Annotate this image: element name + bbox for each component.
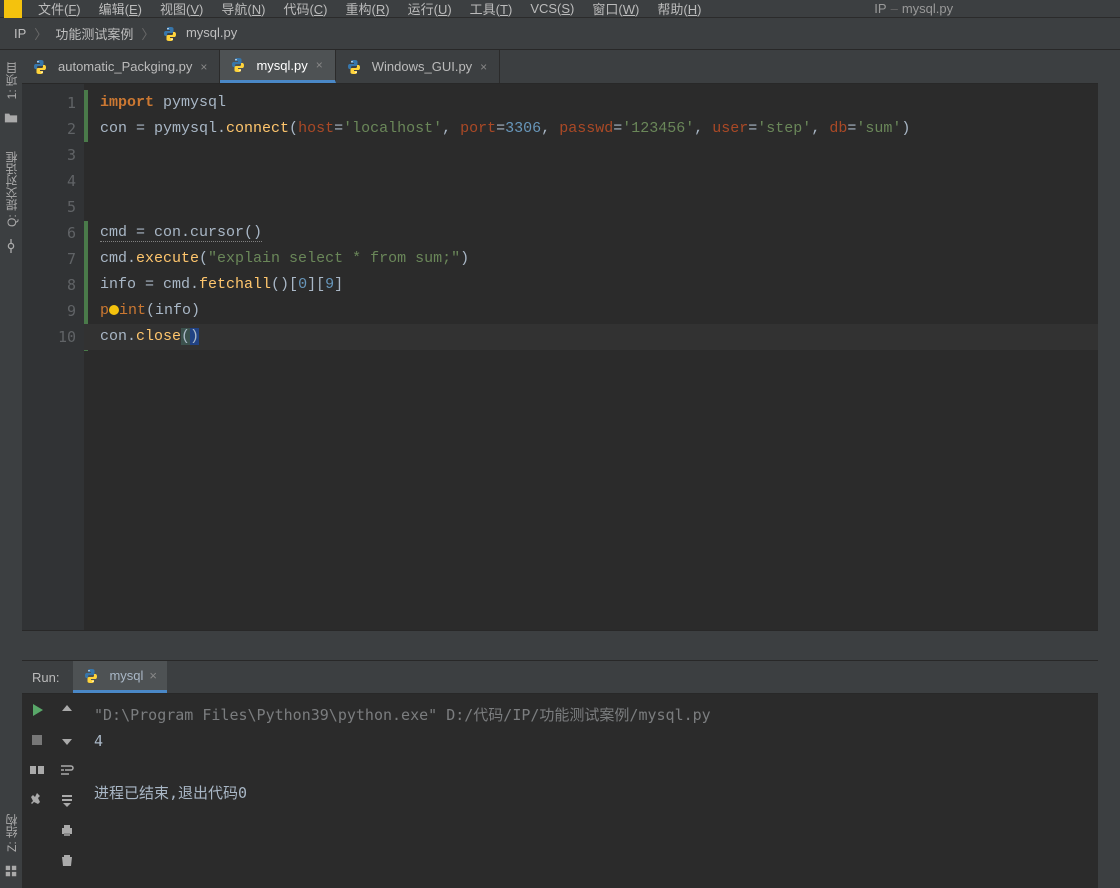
code-editor[interactable]: 123 456 789 10 import pymysql con = pymy… [22,84,1098,630]
close-icon[interactable]: × [149,668,157,683]
console-output[interactable]: "D:\Program Files\Python39\python.exe" D… [82,694,1098,888]
run-actions-col1 [22,694,52,888]
down-arrow-icon[interactable] [59,732,75,748]
menu-tools[interactable]: 工具(T) [462,0,521,19]
toolwin-commit[interactable]: Q: 提交对话框 [3,151,20,227]
menu-refactor[interactable]: 重构(R) [338,0,398,19]
panel-divider[interactable] [22,630,1098,660]
crumb-project[interactable]: IP [10,26,30,41]
menu-edit[interactable]: 编辑(E) [91,0,150,19]
run-panel: "D:\Program Files\Python39\python.exe" D… [22,694,1098,888]
trash-icon[interactable] [59,852,75,868]
commit-icon[interactable] [4,239,18,253]
structure-icon[interactable] [4,864,18,878]
menu-run[interactable]: 运行(U) [400,0,460,19]
pin-icon[interactable] [29,792,45,808]
intention-bulb-icon[interactable] [109,305,119,315]
run-actions-col2 [52,694,82,888]
run-toolbar: Run: mysql × [22,660,1098,694]
python-file-icon [162,26,178,42]
run-play-icon[interactable] [29,702,45,718]
stop-icon[interactable] [29,732,45,748]
python-file-icon [32,59,48,75]
tab-windows-gui[interactable]: Windows_GUI.py × [336,50,500,83]
breadcrumb-bar: IP 〉 功能测试案例 〉 mysql.py [0,18,1120,50]
tab-automatic-packaging[interactable]: automatic_Packging.py × [22,50,220,83]
soft-wrap-icon[interactable] [59,762,75,778]
menu-bar: 文件(F) 编辑(E) 视图(V) 导航(N) 代码(C) 重构(R) 运行(U… [0,0,1120,18]
python-file-icon [346,59,362,75]
tab-label: mysql.py [256,58,307,73]
folder-icon[interactable] [4,111,18,125]
toolwin-project[interactable]: 1: 项目 [3,62,20,99]
close-icon[interactable]: × [198,60,209,74]
crumb-file[interactable]: mysql.py [158,25,241,42]
chevron-icon: 〉 [30,24,51,43]
editor-tabs: automatic_Packging.py × mysql.py × Windo… [22,50,1098,84]
menu-code[interactable]: 代码(C) [275,0,335,19]
close-icon[interactable]: × [314,58,325,72]
right-tool-stripe [1098,50,1120,888]
line-gutter: 123 456 789 10 [22,84,84,630]
left-tool-stripe: 1: 项目 Q: 提交对话框 Z: 结构 [0,50,22,888]
python-file-icon [83,668,99,684]
chevron-icon: 〉 [137,24,158,43]
menu-file[interactable]: 文件(F) [30,0,89,19]
menu-window[interactable]: 窗口(W) [584,0,647,19]
layout-icon[interactable] [29,762,45,778]
app-icon [4,0,22,18]
up-arrow-icon[interactable] [59,702,75,718]
print-icon[interactable] [59,822,75,838]
run-tab-label: mysql [109,668,143,683]
menu-vcs[interactable]: VCS(S) [522,0,582,17]
close-icon[interactable]: × [478,60,489,74]
menu-nav[interactable]: 导航(N) [213,0,273,19]
toolwin-structure[interactable]: Z: 结构 [3,814,20,852]
menu-view[interactable]: 视图(V) [152,0,211,19]
python-file-icon [230,57,246,73]
tab-label: Windows_GUI.py [372,59,472,74]
tab-mysql[interactable]: mysql.py × [220,50,335,83]
tab-label: automatic_Packging.py [58,59,192,74]
code-text[interactable]: import pymysql con = pymysql.connect(hos… [84,84,1098,350]
crumb-folder[interactable]: 功能测试案例 [51,24,137,43]
window-title: IP–mysql.py [711,1,1116,16]
run-tab[interactable]: mysql × [73,661,167,693]
menu-help[interactable]: 帮助(H) [649,0,709,19]
run-label: Run: [22,670,59,685]
scroll-to-end-icon[interactable] [59,792,75,808]
